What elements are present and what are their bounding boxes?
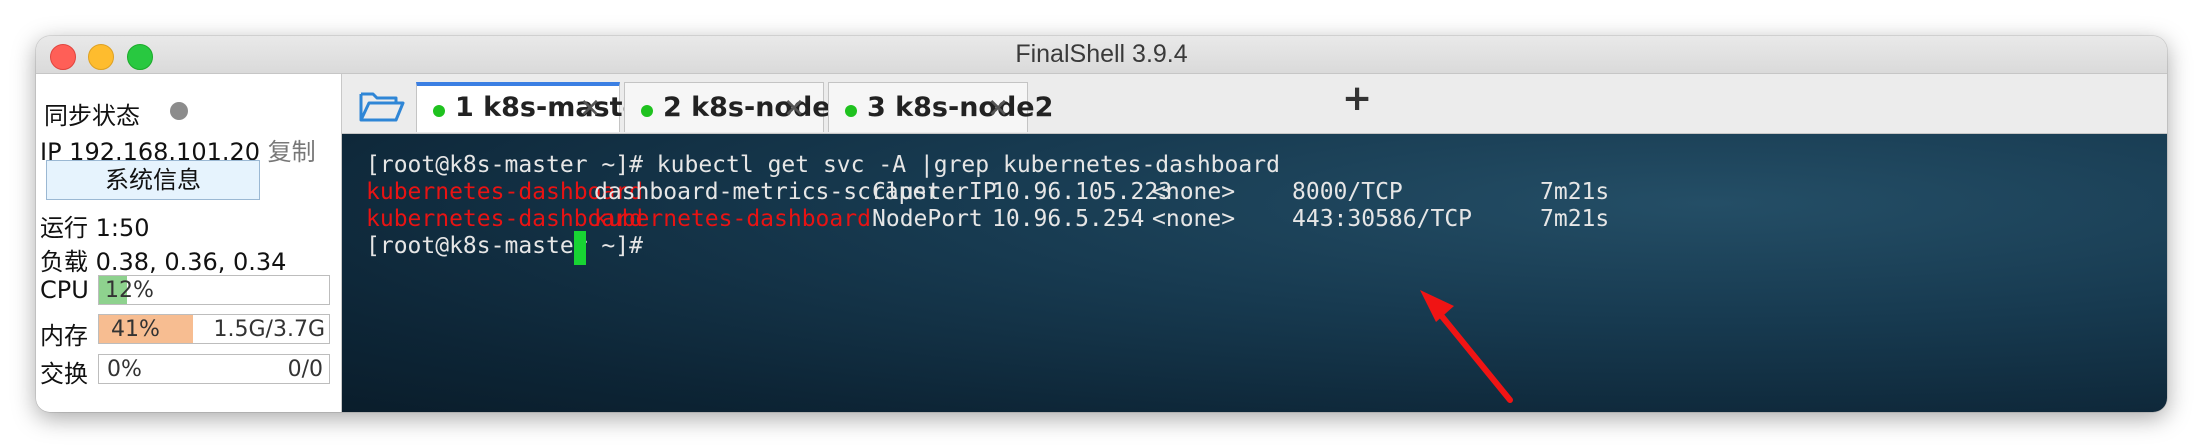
connected-status-icon	[641, 105, 653, 117]
swap-usage-value: 0%	[107, 357, 142, 382]
title-bar: FinalShell 3.9.4	[36, 36, 2167, 74]
session-tab-bar: 1 k8s-master ✕ 2 k8s-node1 ✕ 3 k8s-node2…	[342, 74, 2167, 134]
terminal-output[interactable]: [root@k8s-master ~]# kubectl get svc -A …	[342, 134, 2167, 412]
swap-usage-detail: 0/0	[287, 357, 323, 382]
cpu-usage-value: 12%	[105, 278, 154, 303]
tab-label: 2 k8s-node1	[663, 92, 850, 123]
load-average-text: 负载 0.38, 0.36, 0.34	[40, 248, 287, 276]
tab-label: 3 k8s-node2	[867, 92, 1054, 123]
connected-status-icon	[433, 105, 445, 117]
tab-k8s-node2[interactable]: 3 k8s-node2 ✕	[828, 82, 1053, 132]
sync-status-label: 同步状态	[44, 102, 140, 130]
cpu-label: CPU	[40, 276, 89, 304]
window-title: FinalShell 3.9.4	[1015, 40, 1188, 68]
add-tab-button[interactable]: +	[1342, 78, 1372, 119]
close-tab-icon[interactable]: ✕	[783, 94, 805, 124]
memory-usage-meter: 41% 1.5G/3.7G	[98, 314, 330, 344]
annotation-arrow-icon	[1420, 290, 1513, 403]
memory-usage-detail: 1.5G/3.7G	[213, 317, 325, 342]
memory-usage-value: 41%	[111, 317, 160, 342]
swap-usage-meter: 0% 0/0	[98, 354, 330, 384]
memory-label: 内存	[40, 322, 88, 350]
swap-label: 交换	[40, 360, 88, 388]
copy-ip-link[interactable]: 复制	[268, 138, 316, 166]
tab-k8s-master[interactable]: 1 k8s-master ✕	[416, 82, 654, 132]
finalshell-window: FinalShell 3.9.4 同步状态 IP 192.168.101.20 …	[36, 36, 2167, 412]
uptime-text: 运行 1:50	[40, 214, 150, 242]
tab-k8s-node1[interactable]: 2 k8s-node1 ✕	[624, 82, 849, 132]
close-tab-icon[interactable]: ✕	[579, 94, 601, 124]
sync-status-indicator-icon	[170, 102, 188, 120]
connected-status-icon	[845, 105, 857, 117]
close-tab-icon[interactable]: ✕	[987, 94, 1009, 124]
system-info-button[interactable]: 系统信息	[46, 160, 260, 200]
cpu-usage-meter: 12%	[98, 275, 330, 305]
status-sidebar: 同步状态 IP 192.168.101.20 复制 系统信息 运行 1:50 负…	[36, 74, 342, 412]
open-folder-icon[interactable]	[358, 88, 406, 124]
